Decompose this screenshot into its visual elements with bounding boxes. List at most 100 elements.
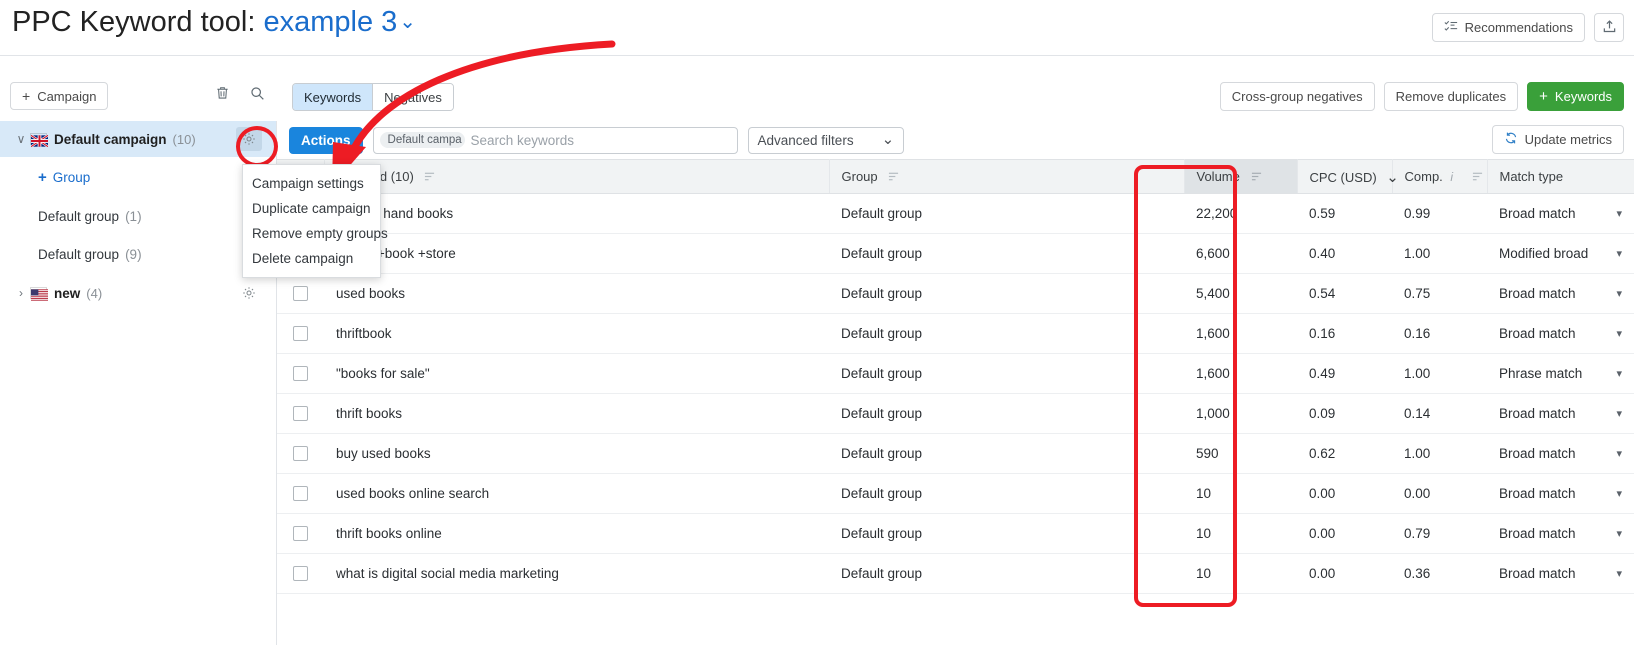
add-keywords-button[interactable]: + Keywords bbox=[1527, 82, 1624, 111]
row-checkbox[interactable] bbox=[293, 406, 308, 422]
chevron-down-icon[interactable]: ▾ bbox=[1616, 407, 1622, 420]
table-row[interactable]: buy used books Default group 590 0.62 1.00 Br… bbox=[277, 433, 1634, 474]
chevron-right-icon[interactable]: › bbox=[12, 286, 30, 300]
add-campaign-button[interactable]: + Campaign bbox=[10, 82, 109, 110]
menu-item-delete-campaign[interactable]: Delete campaign bbox=[243, 246, 380, 271]
column-header-keyword[interactable]: Keyword (10) bbox=[324, 159, 830, 194]
column-header-group[interactable]: Group bbox=[829, 159, 1185, 194]
row-checkbox[interactable] bbox=[293, 326, 308, 342]
chevron-down-icon[interactable]: ▾ bbox=[1616, 207, 1622, 220]
menu-item-campaign-settings[interactable]: Campaign settings bbox=[243, 171, 380, 196]
chevron-down-icon[interactable]: ▾ bbox=[1616, 527, 1622, 540]
row-checkbox-cell[interactable] bbox=[277, 393, 324, 434]
cross-group-negatives-button[interactable]: Cross-group negatives bbox=[1219, 82, 1375, 111]
row-checkbox-cell[interactable] bbox=[277, 553, 324, 594]
cell-match-type[interactable]: Broad match ▾ bbox=[1487, 193, 1634, 234]
table-row[interactable]: used books Default group 5,400 0.54 0.75 Broa… bbox=[277, 273, 1634, 314]
sort-icon[interactable] bbox=[424, 170, 435, 185]
info-icon[interactable]: i bbox=[1450, 170, 1461, 184]
chevron-down-icon[interactable]: ▾ bbox=[1616, 327, 1622, 340]
column-header-match-type[interactable]: Match type bbox=[1487, 159, 1634, 194]
cell-keyword: thrift books bbox=[324, 393, 829, 434]
match-type-label: Broad match bbox=[1499, 566, 1576, 581]
search-input[interactable] bbox=[470, 132, 731, 148]
row-checkbox[interactable] bbox=[293, 526, 308, 542]
cell-match-type[interactable]: Broad match ▾ bbox=[1487, 473, 1634, 514]
tab-negatives[interactable]: Negatives bbox=[373, 84, 453, 110]
cell-match-type[interactable]: Broad match ▾ bbox=[1487, 313, 1634, 354]
add-keywords-label: Keywords bbox=[1554, 89, 1612, 104]
chevron-down-icon[interactable]: ▾ bbox=[1616, 287, 1622, 300]
row-checkbox-cell[interactable] bbox=[277, 313, 324, 354]
sidebar-group-item[interactable]: Default group (1) bbox=[0, 197, 276, 235]
cell-match-type[interactable]: Modified broad ▾ bbox=[1487, 233, 1634, 274]
row-checkbox-cell[interactable] bbox=[277, 513, 324, 554]
advanced-filters-dropdown[interactable]: Advanced filters ⌄ bbox=[747, 126, 905, 154]
row-checkbox-cell[interactable] bbox=[277, 273, 324, 314]
cell-match-type[interactable]: Broad match ▾ bbox=[1487, 553, 1634, 594]
table-row[interactable]: used books online search Default group 10 0… bbox=[277, 473, 1634, 514]
campaign-settings-gear-icon[interactable] bbox=[236, 127, 262, 151]
cell-match-type[interactable]: Broad match ▾ bbox=[1487, 273, 1634, 314]
project-name-link[interactable]: example 3 bbox=[263, 6, 397, 38]
match-type-label: Broad match bbox=[1499, 206, 1576, 221]
table-row[interactable]: "books for sale" Default group 1,600 0.49 1.… bbox=[277, 353, 1634, 394]
cell-cpc: 0.00 bbox=[1297, 553, 1392, 594]
sidebar-campaign-default[interactable]: ∨ Default campaign (10) bbox=[0, 121, 276, 157]
search-filter-chip[interactable]: Default campa bbox=[379, 132, 465, 148]
chevron-down-icon[interactable]: ▾ bbox=[1616, 247, 1622, 260]
cell-match-type[interactable]: Broad match ▾ bbox=[1487, 393, 1634, 434]
campaign-context-menu[interactable]: Campaign settings Duplicate campaign Rem… bbox=[242, 164, 388, 278]
chevron-down-icon[interactable]: ▾ bbox=[1616, 367, 1622, 380]
sort-icon[interactable] bbox=[888, 170, 899, 185]
cell-match-type[interactable]: Phrase match ▾ bbox=[1487, 353, 1634, 394]
sidebar-group-item[interactable]: Default group (9) bbox=[0, 235, 276, 273]
sidebar-campaign-new[interactable]: › new (4) bbox=[0, 275, 276, 311]
chevron-down-icon[interactable]: ⌄ bbox=[399, 9, 416, 34]
keywords-table: Keyword (10) Group bbox=[277, 159, 1634, 594]
recommendations-button[interactable]: Recommendations bbox=[1431, 13, 1585, 42]
menu-item-remove-empty-groups[interactable]: Remove empty groups bbox=[243, 221, 388, 246]
row-checkbox[interactable] bbox=[293, 286, 308, 302]
column-header-cpc[interactable]: CPC (USD) ⌄ bbox=[1297, 159, 1399, 194]
us-flag-icon bbox=[30, 287, 48, 301]
remove-duplicates-button[interactable]: Remove duplicates bbox=[1383, 82, 1519, 111]
table-row[interactable]: thriftbook Default group 1,600 0.16 0.16 Broa… bbox=[277, 313, 1634, 354]
chevron-down-icon[interactable]: ▾ bbox=[1616, 567, 1622, 580]
match-type-label: Broad match bbox=[1499, 446, 1576, 461]
actions-button[interactable]: Actions bbox=[289, 126, 363, 154]
row-checkbox-cell[interactable] bbox=[277, 473, 324, 514]
sort-icon-active[interactable] bbox=[1251, 170, 1262, 185]
row-checkbox[interactable] bbox=[293, 446, 308, 462]
cell-match-type[interactable]: Broad match ▾ bbox=[1487, 513, 1634, 554]
export-button[interactable] bbox=[1594, 13, 1624, 42]
table-row[interactable]: +used +book +store Default group 6,600 0.40… bbox=[277, 233, 1634, 274]
table-row[interactable]: thrift books Default group 1,000 0.09 0.14 Br… bbox=[277, 393, 1634, 434]
row-checkbox[interactable] bbox=[293, 366, 308, 382]
ppc-keyword-tool-app: PPC Keyword tool: example 3 ⌄ Recommendat… bbox=[0, 0, 1634, 645]
tab-keywords[interactable]: Keywords bbox=[293, 84, 374, 110]
table-row[interactable]: thrift books online Default group 10 0.00 0.… bbox=[277, 513, 1634, 554]
search-icon[interactable] bbox=[250, 86, 265, 101]
row-checkbox[interactable] bbox=[293, 566, 308, 582]
search-keywords-field[interactable]: Default campa bbox=[372, 126, 738, 154]
row-checkbox-cell[interactable] bbox=[277, 353, 324, 394]
add-group-button[interactable]: + Group bbox=[0, 157, 276, 197]
table-row[interactable]: second hand books Default group 22,200 0.59… bbox=[277, 193, 1634, 234]
menu-item-duplicate-campaign[interactable]: Duplicate campaign bbox=[243, 196, 380, 221]
sort-icon[interactable] bbox=[1472, 170, 1483, 185]
table-row[interactable]: what is digital social media marketing De… bbox=[277, 553, 1634, 594]
table-body: second hand books Default group 22,200 0.59… bbox=[277, 193, 1634, 594]
cell-match-type[interactable]: Broad match ▾ bbox=[1487, 433, 1634, 474]
chevron-down-icon[interactable]: ▾ bbox=[1616, 447, 1622, 460]
column-header-comp[interactable]: Comp. i bbox=[1392, 159, 1488, 194]
chevron-down-icon[interactable]: ∨ bbox=[12, 132, 30, 146]
campaign-settings-gear-icon[interactable] bbox=[236, 281, 262, 305]
chevron-down-icon[interactable]: ▾ bbox=[1616, 487, 1622, 500]
chevron-down-icon[interactable]: ⌄ bbox=[1386, 169, 1399, 186]
column-header-volume[interactable]: Volume bbox=[1184, 159, 1298, 194]
trash-icon[interactable] bbox=[215, 85, 230, 101]
update-metrics-button[interactable]: Update metrics bbox=[1491, 125, 1624, 154]
row-checkbox[interactable] bbox=[293, 486, 308, 502]
row-checkbox-cell[interactable] bbox=[277, 433, 324, 474]
